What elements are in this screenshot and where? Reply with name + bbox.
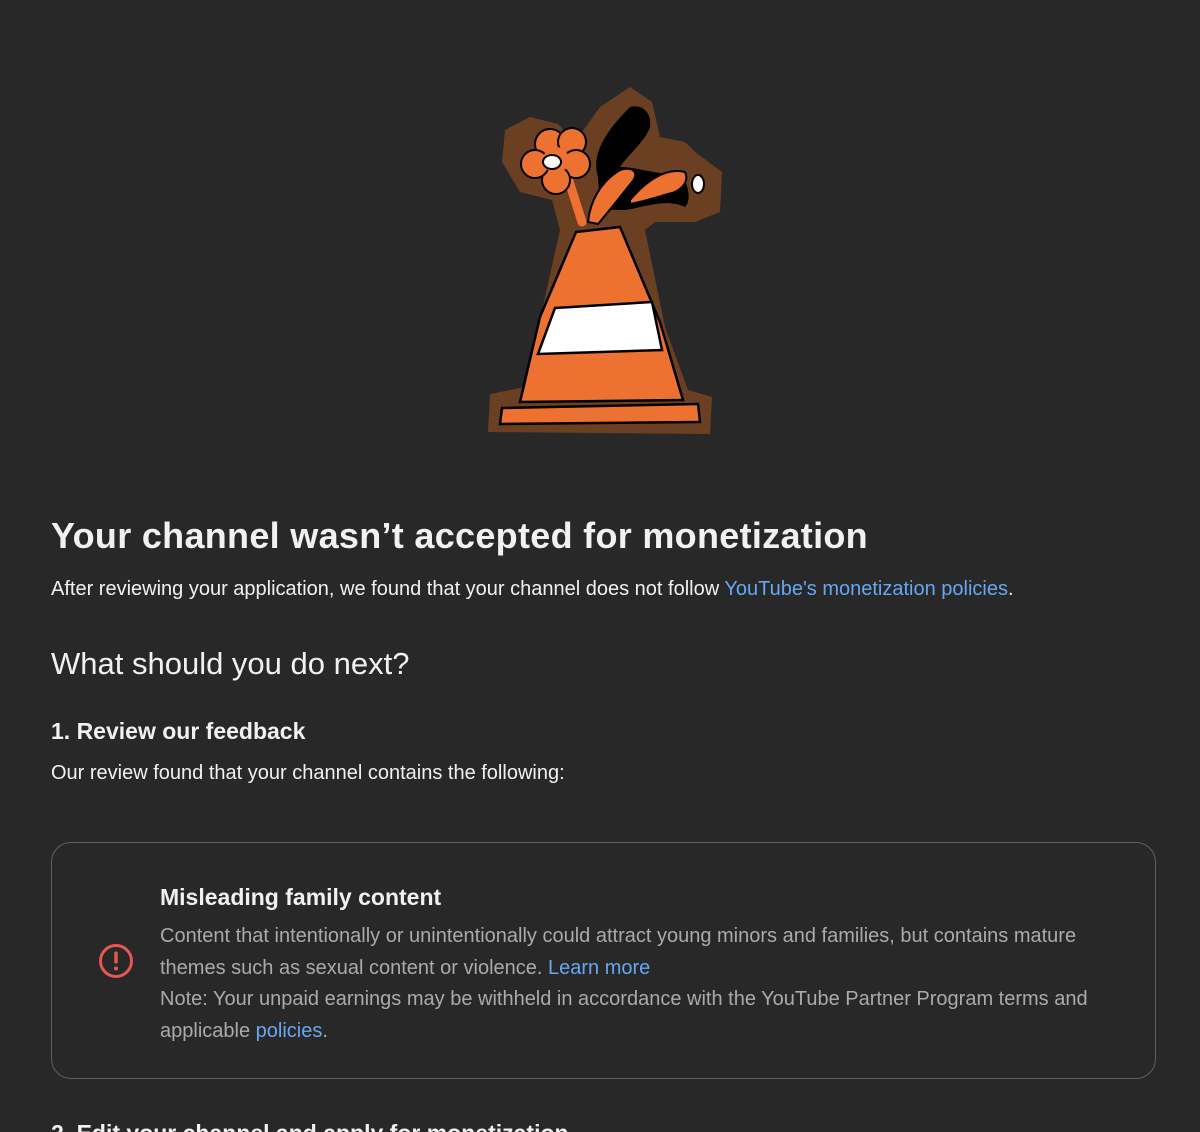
next-steps-heading: What should you do next?: [51, 646, 410, 681]
cone-white-stripe: [536, 300, 664, 356]
intro-body: After reviewing your application, we fou…: [51, 578, 725, 600]
flower-center: [542, 154, 562, 170]
issue-title: Misleading family content: [160, 884, 442, 910]
issue-description: Content that intentionally or unintentio…: [160, 921, 1135, 1047]
step-2-heading: 2. Edit your channel and apply for monet…: [51, 1120, 569, 1132]
monetization-rejection-page: Your channel wasn’t accepted for monetiz…: [0, 0, 1200, 1132]
monetization-policies-link[interactable]: YouTube's monetization policies: [724, 578, 1008, 600]
intro-suffix: .: [1008, 578, 1014, 600]
intro-text: After reviewing your application, we fou…: [51, 578, 1014, 601]
learn-more-link[interactable]: Learn more: [548, 957, 650, 979]
traffic-cone-illustration: [488, 87, 722, 434]
issue-note-suffix: .: [322, 1019, 328, 1042]
step-1-text: Our review found that your channel conta…: [51, 762, 565, 784]
page-title: Your channel wasn’t accepted for monetiz…: [51, 515, 868, 556]
error-circle-icon: [99, 944, 133, 978]
policies-link[interactable]: policies: [256, 1020, 323, 1042]
small-white-spot: [691, 174, 705, 194]
issue-card: Misleading family content Content that i…: [51, 842, 1156, 1079]
step-1-heading: 1. Review our feedback: [51, 718, 306, 744]
cone-base: [498, 402, 702, 426]
